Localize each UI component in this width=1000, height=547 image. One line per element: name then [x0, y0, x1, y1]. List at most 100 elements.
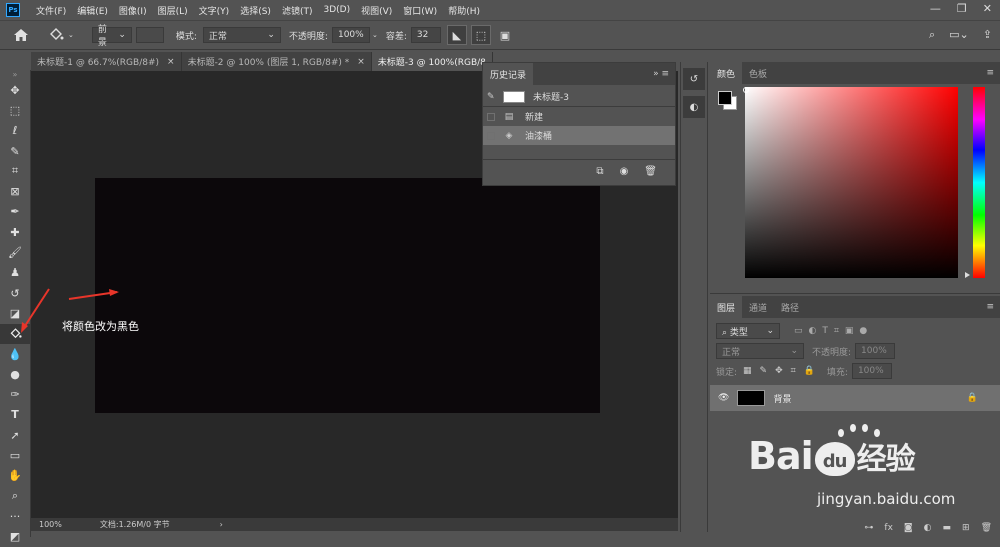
delete-layer-icon[interactable]: 🗑 — [981, 523, 992, 533]
marquee-tool-icon[interactable]: ⬚ — [0, 100, 30, 120]
menu-type[interactable]: 文字(Y) — [199, 4, 230, 17]
lock-label: 锁定: — [716, 367, 738, 378]
move-tool-icon[interactable]: ✥ — [0, 80, 30, 100]
menu-file[interactable]: 文件(F) — [36, 4, 66, 17]
mode-select[interactable]: 正常 ⌄ — [202, 27, 281, 43]
crop-tool-icon[interactable]: ⌗ — [0, 161, 30, 181]
adjustment-layer-icon[interactable]: ◐ — [924, 523, 932, 533]
camera-icon[interactable]: ◉ — [620, 166, 629, 177]
tolerance-label: 容差: — [385, 31, 407, 42]
history-item-paint-bucket[interactable]: ◈ 油漆桶 — [483, 126, 675, 145]
status-arrow-icon[interactable]: › — [220, 520, 223, 529]
panel-menu-icon[interactable]: ≡ — [986, 302, 994, 312]
zoom-level[interactable]: 100% — [39, 520, 62, 529]
link-layers-icon[interactable]: ⊶ — [864, 523, 873, 533]
history-brush-source-icon[interactable]: ✎ — [487, 92, 495, 102]
search-icon[interactable]: ⌕ — [929, 28, 935, 42]
frame-tool-icon[interactable]: ⊠ — [0, 181, 30, 201]
new-document-icon: ▤ — [504, 111, 514, 122]
clone-stamp-tool-icon[interactable]: ♟ — [0, 263, 30, 283]
layer-row-background[interactable]: 👁 背景 🔒 — [710, 385, 1000, 411]
history-snapshot[interactable]: ✎ 未标题-3 — [483, 87, 675, 106]
home-icon[interactable] — [14, 29, 28, 41]
tab-color[interactable]: 颜色 — [710, 62, 743, 84]
menu-edit[interactable]: 编辑(E) — [77, 4, 108, 17]
zoom-tool-icon[interactable]: ⌕ — [0, 486, 30, 506]
tab-paths[interactable]: 路径 — [774, 296, 807, 318]
fx-icon[interactable]: fx — [884, 523, 893, 533]
lasso-tool-icon[interactable]: ℓ — [0, 121, 30, 141]
menu-3d[interactable]: 3D(D) — [323, 5, 350, 15]
fill-input[interactable]: 100% — [851, 363, 892, 379]
contiguous-icon[interactable]: ⬚ — [470, 25, 491, 45]
hand-tool-icon[interactable]: ✋ — [0, 466, 30, 486]
new-layer-icon[interactable]: ⊞ — [962, 523, 970, 533]
history-panel: 历史记录 » ≡ ✎ 未标题-3 ▤ 新建 ◈ 油漆桶 ⧉ ◉ 🗑 — [482, 62, 676, 186]
lock-icons[interactable]: ▦✎✥⌗🔒 — [743, 366, 823, 376]
status-bar: 100% 文档:1.26M/0 字节 › — [31, 518, 678, 531]
eyedropper-tool-icon[interactable]: ✒ — [0, 202, 30, 222]
visibility-eye-icon[interactable]: 👁 — [718, 393, 729, 403]
brush-tool-icon[interactable]: 🖌 — [0, 242, 30, 262]
workspace-icon[interactable]: ▭⌄ — [949, 28, 969, 42]
layer-filter-select[interactable]: ⌕ 类型 ⌄ — [716, 323, 780, 339]
quick-select-tool-icon[interactable]: ✎ — [0, 141, 30, 161]
dodge-tool-icon[interactable]: ● — [0, 364, 30, 384]
path-select-tool-icon[interactable]: ➚ — [0, 425, 30, 445]
toolbar-grip[interactable]: » — [0, 70, 30, 80]
menu-select[interactable]: 选择(S) — [240, 4, 271, 17]
tab-channels[interactable]: 通道 — [742, 296, 775, 318]
trash-icon[interactable]: 🗑 — [644, 166, 657, 177]
hue-slider[interactable] — [973, 87, 985, 278]
layer-opacity-input[interactable]: 100% — [855, 343, 896, 359]
type-tool-icon[interactable]: T — [0, 405, 30, 425]
history-item-new[interactable]: ▤ 新建 — [483, 107, 675, 126]
new-document-from-state-icon[interactable]: ⧉ — [596, 166, 603, 177]
menu-window[interactable]: 窗口(W) — [403, 4, 437, 17]
opacity-input[interactable]: 100% — [331, 27, 370, 43]
blend-mode-select[interactable]: 正常 ⌄ — [716, 343, 804, 359]
all-layers-icon[interactable]: ▣ — [494, 25, 515, 45]
panel-menu-icon[interactable]: » ≡ — [653, 69, 669, 79]
new-group-icon[interactable]: ▬ — [943, 523, 952, 533]
doc-tab-2[interactable]: 未标题-2 @ 100% (图层 1, RGB/8#) * × — [182, 52, 372, 71]
foreground-color-swatch[interactable] — [718, 91, 732, 105]
menu-help[interactable]: 帮助(H) — [448, 4, 480, 17]
close-icon[interactable]: ✕ — [983, 2, 992, 15]
menu-filter[interactable]: 滤镜(T) — [282, 4, 313, 17]
tab-close-icon[interactable]: × — [167, 57, 175, 67]
hue-slider-handle[interactable] — [965, 272, 970, 278]
share-icon[interactable]: ⇪ — [983, 28, 992, 42]
tab-swatches[interactable]: 色板 — [742, 62, 775, 84]
doc-tab-1[interactable]: 未标题-1 @ 66.7%(RGB/8#) × — [31, 52, 182, 71]
adjustments-panel-icon[interactable]: ◐ — [683, 96, 705, 118]
more-tools-icon[interactable]: ··· — [0, 506, 30, 526]
pen-tool-icon[interactable]: ✑ — [0, 384, 30, 404]
menu-view[interactable]: 视图(V) — [361, 4, 392, 17]
fill-source-select[interactable]: 前景 ⌄ — [91, 25, 132, 48]
layer-filter-icons[interactable]: ▭◐T⌗▣● — [794, 326, 873, 336]
pattern-select[interactable] — [135, 27, 164, 43]
tab-layers[interactable]: 图层 — [710, 296, 743, 318]
tab-close-icon[interactable]: × — [357, 57, 365, 67]
menu-layer[interactable]: 图层(L) — [158, 4, 188, 17]
restore-icon[interactable]: ❐ — [957, 2, 967, 15]
color-picker-cursor[interactable] — [743, 87, 749, 93]
color-field[interactable] — [745, 87, 958, 278]
snapshot-thumbnail — [503, 90, 525, 103]
paint-bucket-preset-icon[interactable]: ⌄ — [48, 28, 74, 42]
doc-tab-3[interactable]: 未标题-3 @ 100%(RGB/8 — [371, 52, 493, 71]
add-mask-icon[interactable]: ◙ — [904, 523, 913, 533]
panel-menu-icon[interactable]: ≡ — [986, 68, 994, 78]
tolerance-input[interactable]: 32 — [410, 27, 441, 43]
opacity-dropdown-icon[interactable]: ⌄ — [372, 31, 378, 39]
minimize-icon[interactable]: — — [930, 2, 941, 15]
blur-tool-icon[interactable]: 💧 — [0, 344, 30, 364]
anti-alias-icon[interactable]: ◣ — [446, 25, 467, 45]
history-panel-icon[interactable]: ↺ — [683, 68, 705, 90]
menu-image[interactable]: 图像(I) — [119, 4, 147, 17]
rectangle-tool-icon[interactable]: ▭ — [0, 445, 30, 465]
document-canvas[interactable] — [95, 178, 600, 413]
healing-brush-tool-icon[interactable]: ✚ — [0, 222, 30, 242]
tab-history[interactable]: 历史记录 — [483, 63, 534, 85]
